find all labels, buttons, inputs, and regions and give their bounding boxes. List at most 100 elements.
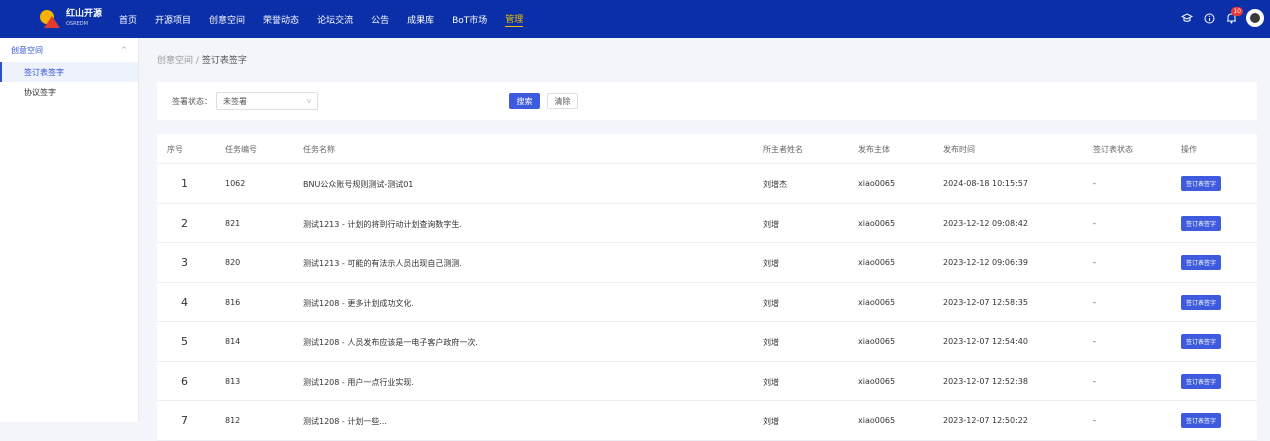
chevron-down-icon: v [306,97,311,105]
cell-status: - [1093,179,1096,188]
cell-publisher: xiao0065 [858,416,896,425]
sidebar-item-agreement-sign[interactable]: 协议签字 [0,82,138,102]
top-navbar: 红山开源 OSREDM 首页 开源项目 创意空间 荣誉动态 论坛交流 公告 成果库 BoT市场… [0,0,1270,38]
sidebar-item-label: 签订表签字 [24,67,64,77]
main-content: 创意空间 / 签订表签字 签署状态： 未签署 v 搜索 清除 序号 任务编号 任务名… [139,38,1270,441]
sidebar-group-creative-space[interactable]: 创意空间 ^ [0,38,138,62]
cell-owner: 刘增 [763,377,779,387]
sign-form-button[interactable]: 签订表签字 [1181,176,1221,191]
graduation-cap-icon[interactable] [1180,11,1194,25]
info-icon[interactable] [1202,11,1216,25]
nav-item[interactable]: 成果库 [407,13,434,26]
cell-status: - [1093,376,1096,386]
cell-time: 2023-12-12 09:08:42 [943,218,1028,228]
nav-item[interactable]: 论坛交流 [317,13,353,26]
table-row: 2 821 测试1213 - 计划的将到行动计划查询数字生. 刘增 xiao0065 20… [157,204,1257,243]
cell-status: - [1093,337,1096,346]
sign-form-table: 序号 任务编号 任务名称 所主者姓名 发布主体 发布时间 签订表状态 操作 1 1062 BNU公… [157,134,1257,441]
cell-id: 820 [225,258,241,267]
cell-owner: 刘增 [763,259,779,268]
sidebar-item-label: 协议签字 [24,87,56,97]
logo-text-cn: 红山开源 [66,9,103,19]
cell-time: 2023-12-12 09:06:39 [943,258,1028,267]
table-header: 序号 任务编号 任务名称 所主者姓名 发布主体 发布时间 签订表状态 操作 [157,134,1257,164]
status-filter-value: 未签署 [223,96,247,106]
column-header: 任务名称 [303,145,335,154]
logo-mark-icon [38,8,60,30]
chevron-up-icon: ^ [121,46,127,54]
notification-bell-icon[interactable]: 10 [1224,7,1243,25]
cell-time: 2023-12-07 12:50:22 [943,416,1028,425]
column-header: 签订表状态 [1093,145,1133,154]
cell-no: 3 [181,256,188,269]
nav-item[interactable]: 公告 [371,13,389,26]
cell-name: 测试1208 - 人员发布应该是一电子客户政府一次. [303,338,478,347]
table-row: 3 820 测试1213 - 可能的有法示人员出现自己测测. 刘增 xiao0065 20… [157,243,1257,283]
sign-form-button[interactable]: 签订表签字 [1181,413,1221,428]
search-button[interactable]: 搜索 [509,93,540,109]
sign-form-button[interactable]: 签订表签字 [1181,334,1221,349]
sign-form-button[interactable]: 签订表签字 [1181,294,1221,310]
site-logo[interactable]: 红山开源 OSREDM [38,8,112,30]
sidebar-item-sign-form[interactable]: 签订表签字 [0,62,138,82]
cell-name: 测试1213 - 可能的有法示人员出现自己测测. [303,259,462,268]
nav-item[interactable]: 创意空间 [209,13,245,26]
nav-item[interactable]: 首页 [119,13,137,26]
nav-item[interactable]: BoT市场 [452,13,487,26]
cell-publisher: xiao0065 [858,337,896,346]
breadcrumb-separator: / [195,56,199,66]
cell-no: 1 [181,177,188,190]
cell-status: - [1093,218,1096,228]
table-row: 5 814 测试1208 - 人员发布应该是一电子客户政府一次. 刘增 xiao0065… [157,322,1257,362]
cell-time: 2023-12-07 12:58:35 [943,297,1028,307]
cell-no: 6 [181,374,188,388]
nav-item[interactable]: 荣誉动态 [263,13,299,26]
column-header: 发布主体 [858,145,890,154]
column-header: 任务编号 [225,145,257,154]
filter-bar: 签署状态： 未签署 v 搜索 清除 [157,82,1257,120]
cell-id: 1062 [225,179,246,188]
cell-time: 2023-12-07 12:54:40 [943,337,1028,346]
cell-id: 813 [225,376,241,386]
notification-badge: 10 [1231,7,1243,16]
user-avatar[interactable] [1246,9,1264,27]
nav-item[interactable]: 管理 [505,12,524,27]
cell-owner: 刘增 [763,219,779,229]
sign-form-button[interactable]: 签订表签字 [1181,215,1221,231]
sign-form-button[interactable]: 签订表签字 [1181,373,1221,389]
logo-text-en: OSREDM [66,21,88,27]
cell-publisher: xiao0065 [858,218,896,228]
cell-name: BNU公众账号规则测试-测试01 [303,180,414,189]
table-row: 1 1062 BNU公众账号规则测试-测试01 刘增杰 xiao0065 2024-08-… [157,164,1257,204]
table-row: 4 816 测试1208 - 更多计划成功文化. 刘增 xiao0065 2023-12-… [157,283,1257,322]
cell-publisher: xiao0065 [858,376,896,386]
cell-no: 2 [181,216,188,230]
column-header: 所主者姓名 [763,145,803,154]
cell-owner: 刘增 [763,298,779,308]
cell-status: - [1093,416,1096,425]
cell-owner: 刘增杰 [763,180,787,189]
cell-no: 7 [181,414,188,427]
status-filter-select[interactable]: 未签署 v [216,92,318,110]
cell-id: 816 [225,297,241,307]
cell-status: - [1093,297,1096,307]
cell-time: 2023-12-07 12:52:38 [943,376,1028,386]
cell-name: 测试1213 - 计划的将到行动计划查询数字生. [303,219,462,229]
clear-button[interactable]: 清除 [547,93,578,109]
table-row: 6 813 测试1208 - 用户一点行业实现. 刘增 xiao0065 2023-12-… [157,362,1257,401]
column-header: 操作 [1181,145,1197,154]
cell-status: - [1093,258,1096,267]
cell-id: 821 [225,218,241,228]
breadcrumb-parent[interactable]: 创意空间 [157,56,193,66]
cell-name: 测试1208 - 用户一点行业实现. [303,377,414,387]
nav-item[interactable]: 开源项目 [155,13,191,26]
cell-owner: 刘增 [763,338,779,347]
cell-publisher: xiao0065 [858,179,896,188]
breadcrumb: 创意空间 / 签订表签字 [157,53,247,66]
cell-time: 2024-08-18 10:15:57 [943,179,1028,188]
sign-form-button[interactable]: 签订表签字 [1181,255,1221,270]
cell-publisher: xiao0065 [858,297,896,307]
sidebar-group-label: 创意空间 [11,45,43,55]
cell-no: 4 [181,295,188,309]
sidebar: 创意空间 ^ 签订表签字 协议签字 [0,38,139,422]
